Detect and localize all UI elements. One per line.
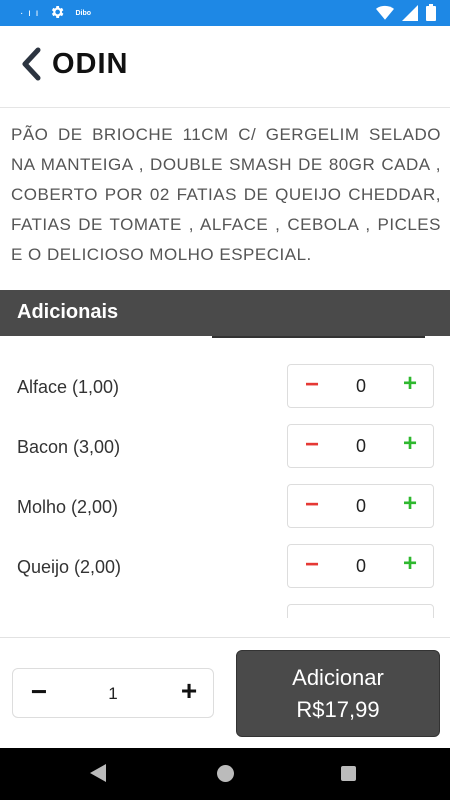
- addon-name: Molho (2,00): [17, 497, 119, 517]
- decrement-button[interactable]: −: [300, 553, 324, 579]
- increment-button[interactable]: +: [398, 552, 422, 578]
- addon-quantity: 0: [355, 376, 366, 396]
- decrement-button[interactable]: −: [300, 433, 324, 459]
- addons-header: Adicionais: [0, 290, 450, 336]
- decrement-button[interactable]: −: [300, 493, 324, 519]
- quantity-stepper: − 1 +: [12, 668, 214, 718]
- add-button-label: Adicionar: [292, 665, 384, 690]
- app-header: ODIN: [0, 26, 450, 108]
- decrement-button[interactable]: −: [300, 373, 324, 399]
- product-description: PÃO DE BRIOCHE 11CM C/ GERGELIM SELADO N…: [11, 125, 441, 264]
- addon-stepper: − 0 +: [287, 364, 434, 408]
- nav-back-icon[interactable]: [90, 764, 106, 782]
- back-button[interactable]: [14, 46, 48, 86]
- gear-icon: [49, 4, 65, 23]
- quantity-value: 1: [108, 684, 118, 703]
- addon-row-queijo: Queijo (2,00) − 0 +: [0, 544, 450, 604]
- addon-quantity: 0: [355, 496, 366, 516]
- increment-button[interactable]: +: [398, 432, 422, 458]
- addon-quantity: 0: [355, 556, 366, 576]
- status-right: [376, 4, 436, 26]
- signal-icon: [402, 4, 418, 26]
- footer-divider: [0, 637, 450, 638]
- status-bar: · ı ı Dibo: [0, 0, 450, 26]
- status-app-label: Dibo: [75, 10, 92, 17]
- notification-dots: · ı ı: [20, 8, 40, 19]
- addon-name: Alface (1,00): [17, 377, 120, 397]
- addon-row-molho: Molho (2,00) − 0 +: [0, 484, 450, 544]
- add-button-price: R$17,99: [296, 697, 380, 722]
- addon-stepper: − 0 +: [287, 484, 434, 528]
- chevron-left-icon: [20, 47, 42, 86]
- wifi-icon: [376, 5, 394, 26]
- section-divider: [212, 336, 425, 338]
- addon-row-alface: Alface (1,00) − 0 +: [0, 364, 450, 424]
- page-title: ODIN: [52, 48, 129, 80]
- addon-name: Bacon (3,00): [17, 437, 121, 457]
- system-nav-bar: [0, 748, 450, 800]
- increment-button[interactable]: +: [398, 372, 422, 398]
- addon-quantity: 0: [355, 436, 366, 456]
- addons-list[interactable]: Alface (1,00) − 0 + Bacon (3,00) − 0 + M…: [0, 340, 450, 618]
- battery-icon: [426, 4, 436, 26]
- quantity-decrement-button[interactable]: −: [27, 678, 51, 707]
- nav-home-icon[interactable]: [217, 765, 234, 782]
- addon-row-bacon: Bacon (3,00) − 0 +: [0, 424, 450, 484]
- add-to-cart-button[interactable]: Adicionar R$17,99: [236, 650, 440, 737]
- addon-stepper: [287, 604, 434, 618]
- addons-title: Adicionais: [17, 301, 119, 323]
- addon-row-partial: [0, 604, 450, 618]
- status-left: · ı ı Dibo: [20, 4, 91, 23]
- addon-name: Queijo (2,00): [17, 557, 122, 577]
- increment-button[interactable]: +: [398, 492, 422, 518]
- quantity-increment-button[interactable]: +: [177, 677, 201, 706]
- nav-recents-icon[interactable]: [341, 766, 356, 781]
- addon-stepper: − 0 +: [287, 544, 434, 588]
- addon-stepper: − 0 +: [287, 424, 434, 468]
